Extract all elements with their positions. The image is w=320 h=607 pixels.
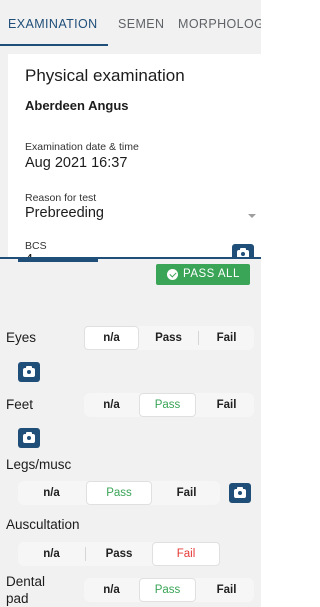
legs-segmented-control: n/a Pass Fail [18,481,220,505]
animal-breed: Aberdeen Angus [25,98,129,113]
row-label-feet: Feet [6,397,34,412]
legs-option-pass[interactable]: Pass [86,481,152,505]
pass-all-label: PASS ALL [183,268,240,280]
feet-option-na[interactable]: n/a [84,393,139,417]
reason-dropdown-icon[interactable] [248,214,256,218]
feet-option-pass[interactable]: Pass [139,393,196,417]
auscultation-segmented-control: n/a Pass Fail [18,542,220,566]
auscultation-option-fail[interactable]: Fail [152,542,220,566]
eyes-option-pass[interactable]: Pass [141,326,196,350]
exam-checklist: PASS ALL Eyes n/a Pass Fail Feet n/a Pas… [0,259,261,607]
auscultation-option-na[interactable]: n/a [18,542,85,566]
reason-label: Reason for test [25,192,97,204]
physical-exam-card: Physical examination Aberdeen Angus Exam… [8,54,261,275]
feet-camera-button[interactable] [18,428,40,448]
eyes-camera-button[interactable] [18,362,40,382]
legs-option-na[interactable]: n/a [18,481,85,505]
feet-option-fail[interactable]: Fail [199,393,254,417]
bcs-label: BCS [25,240,47,252]
scroll-indicator [18,259,98,262]
exam-date-label: Examination date & time [25,141,139,153]
row-label-legs: Legs/musc [6,457,72,472]
dental-pad-segmented-control: n/a Pass Fail [84,578,254,602]
check-circle-icon [167,269,178,280]
legs-option-fail[interactable]: Fail [153,481,220,505]
tab-semen[interactable]: SEMEN [118,17,164,31]
dental-pad-option-pass[interactable]: Pass [139,578,196,602]
active-tab-indicator [0,44,108,46]
tab-examination[interactable]: EXAMINATION [8,17,98,31]
eyes-option-na[interactable]: n/a [84,326,139,350]
examination-panel: EXAMINATION SEMEN MORPHOLOG Physical exa… [0,0,261,275]
eyes-option-fail[interactable]: Fail [199,326,254,350]
dental-pad-option-na[interactable]: n/a [84,578,139,602]
tab-morphology[interactable]: MORPHOLOG [178,17,261,31]
legs-camera-button[interactable] [229,483,251,503]
dental-pad-option-fail[interactable]: Fail [199,578,254,602]
exam-date-field[interactable]: Aug 2021 16:37 [25,155,127,171]
reason-select[interactable]: Prebreeding [25,205,104,221]
eyes-segmented-control: n/a Pass Fail [84,326,254,350]
auscultation-option-pass[interactable]: Pass [86,542,152,566]
feet-segmented-control: n/a Pass Fail [84,393,254,417]
pass-all-button[interactable]: PASS ALL [156,264,250,285]
row-label-dental-pad: Dental pad [6,574,46,606]
row-label-auscultation: Auscultation [6,517,80,532]
card-title: Physical examination [25,66,185,85]
tab-bar: EXAMINATION SEMEN MORPHOLOG [0,0,261,48]
row-label-eyes: Eyes [6,330,37,345]
